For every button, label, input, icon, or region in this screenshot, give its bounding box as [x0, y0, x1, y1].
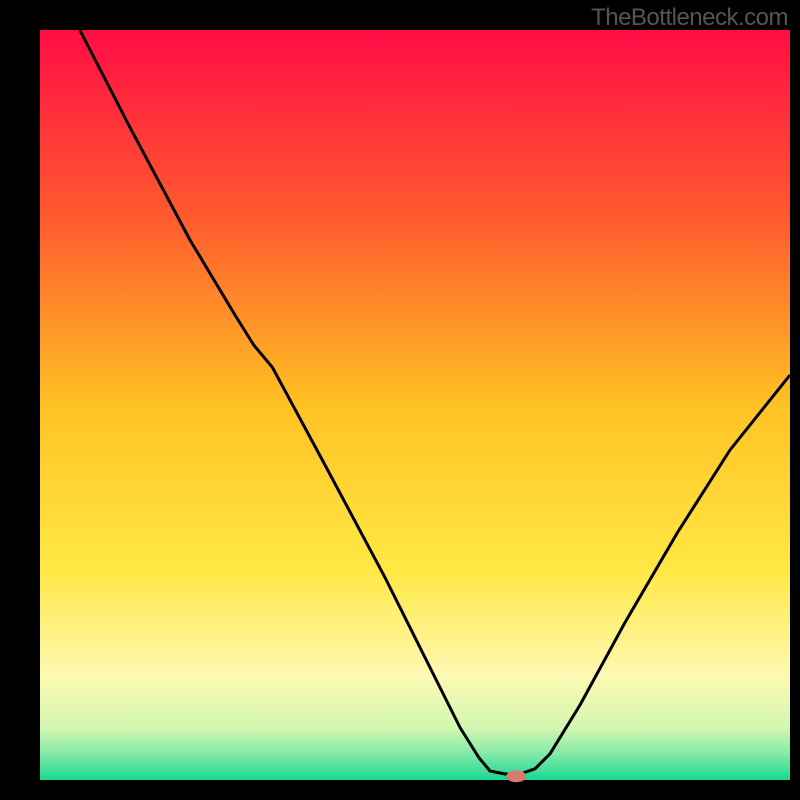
watermark-text: TheBottleneck.com: [591, 4, 788, 32]
chart-stage: TheBottleneck.com: [0, 0, 800, 800]
gradient-background: [40, 30, 790, 780]
bottleneck-chart: [0, 0, 800, 800]
optimal-marker: [506, 770, 526, 782]
